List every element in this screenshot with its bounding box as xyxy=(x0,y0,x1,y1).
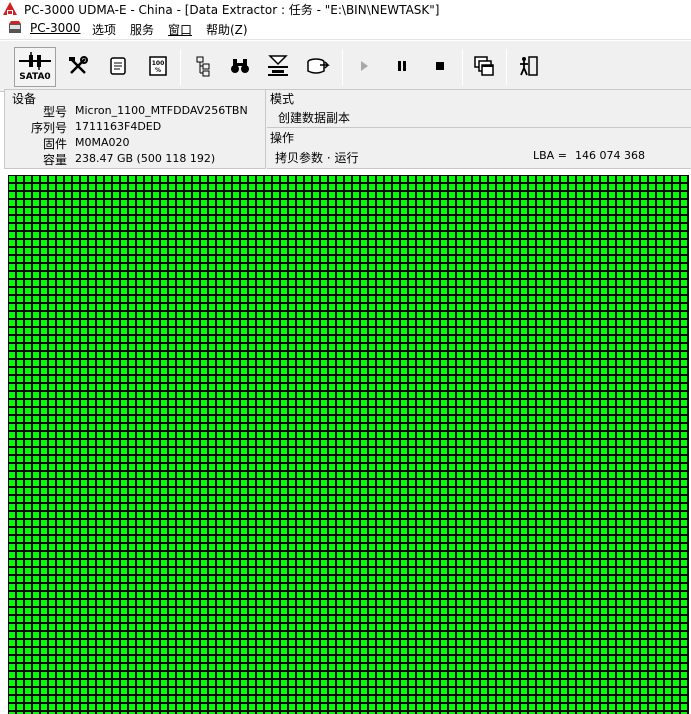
capacity-label: 容量 xyxy=(42,153,67,167)
app-logo-icon xyxy=(3,2,17,15)
percent-icon: 100 % xyxy=(149,56,167,76)
scroll-button[interactable] xyxy=(102,49,134,83)
menu-pc3000[interactable]: PC-3000 xyxy=(30,21,80,35)
info-panel: 设备 型号 Micron_1100_MTFDDAV256TBN 序列号 1711… xyxy=(4,89,691,169)
toolbar: SATA0 100 % xyxy=(0,40,691,92)
menu-window[interactable]: 窗口 xyxy=(168,21,192,38)
lba-label: LBA = xyxy=(533,149,567,162)
sata-port-button[interactable]: SATA0 xyxy=(14,47,56,87)
sector-blocks xyxy=(8,175,689,714)
sata-port-icon xyxy=(19,52,51,70)
binoculars-icon xyxy=(231,59,249,73)
stop-button[interactable] xyxy=(424,49,456,83)
mode-header: 模式 xyxy=(270,92,295,106)
percent-button[interactable]: 100 % xyxy=(142,49,174,83)
tools-icon xyxy=(69,56,88,74)
model-label: 型号 xyxy=(42,105,67,119)
export-button[interactable] xyxy=(302,49,334,83)
menu-help[interactable]: 帮助(Z) xyxy=(206,21,248,38)
svg-text:100: 100 xyxy=(152,60,165,67)
play-icon xyxy=(361,61,368,71)
lba-value: 146 074 368 xyxy=(575,149,645,162)
sector-grid xyxy=(8,175,689,714)
windows-button[interactable] xyxy=(468,49,500,83)
window-title: PC-3000 UDMA-E - China - [Data Extractor… xyxy=(24,3,440,17)
tree-icon xyxy=(196,56,210,77)
search-button[interactable] xyxy=(224,49,256,83)
operation-header: 操作 xyxy=(270,131,295,145)
pause-icon xyxy=(398,61,406,71)
scroll-icon xyxy=(110,57,126,75)
toolbar-separator xyxy=(342,49,343,85)
pause-button[interactable] xyxy=(386,49,418,83)
toolbar-separator xyxy=(180,49,181,85)
firmware-value: M0MA020 xyxy=(75,136,130,149)
tree-button[interactable] xyxy=(186,49,218,83)
play-button[interactable] xyxy=(348,49,380,83)
svg-text:%: % xyxy=(155,67,161,74)
operation-group: 操作 拷贝参数 · 运行 LBA = 146 074 368 xyxy=(267,128,691,169)
filter-button[interactable] xyxy=(262,49,294,83)
export-icon xyxy=(307,58,330,74)
mode-group: 模式 创建数据副本 xyxy=(267,90,691,128)
menu-options[interactable]: 选项 xyxy=(92,21,116,38)
filter-icon xyxy=(268,55,288,76)
exit-button[interactable] xyxy=(512,49,544,83)
firmware-label: 固件 xyxy=(42,137,67,151)
sata-port-label: SATA0 xyxy=(19,72,51,82)
capacity-value: 238.47 GB (500 118 192) xyxy=(75,152,216,165)
menu-service[interactable]: 服务 xyxy=(130,21,154,38)
serial-label: 序列号 xyxy=(30,121,67,135)
system-menu-icon[interactable] xyxy=(8,21,22,35)
serial-value: 1711163F4DED xyxy=(75,120,162,133)
title-bar: PC-3000 UDMA-E - China - [Data Extractor… xyxy=(0,0,691,18)
sector-map xyxy=(8,175,691,714)
exit-icon xyxy=(520,56,538,76)
stop-icon xyxy=(436,62,444,70)
mode-value: 创建数据副本 xyxy=(278,111,351,125)
device-group: 设备 型号 Micron_1100_MTFDDAV256TBN 序列号 1711… xyxy=(4,90,266,169)
model-value: Micron_1100_MTFDDAV256TBN xyxy=(75,104,248,117)
tools-button[interactable] xyxy=(62,49,94,83)
toolbar-separator xyxy=(462,49,463,85)
toolbar-separator xyxy=(506,49,507,85)
windows-icon xyxy=(474,56,494,76)
menu-bar: PC-3000 选项 服务 窗口 帮助(Z) xyxy=(0,18,691,40)
operation-value: 拷贝参数 · 运行 xyxy=(275,151,359,165)
